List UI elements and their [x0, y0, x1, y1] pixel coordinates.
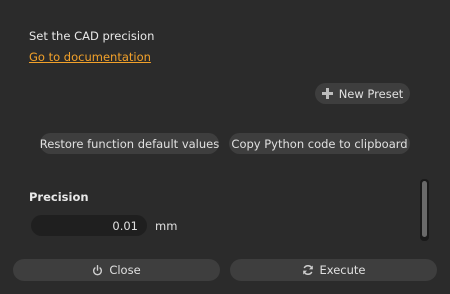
power-icon	[92, 264, 103, 276]
restore-defaults-label: Restore function default values	[39, 136, 220, 151]
restore-defaults-button[interactable]: Restore function default values	[40, 133, 219, 154]
execute-label: Execute	[319, 263, 366, 277]
execute-button[interactable]: Execute	[230, 259, 437, 281]
new-preset-label: New Preset	[338, 86, 404, 101]
close-button[interactable]: Close	[13, 259, 220, 281]
precision-input[interactable]	[31, 215, 147, 236]
documentation-link[interactable]: Go to documentation	[29, 50, 151, 64]
precision-title: Precision	[29, 190, 89, 204]
plus-icon	[321, 88, 333, 99]
copy-python-label: Copy Python code to clipboard	[231, 136, 408, 151]
scrollbar-thumb[interactable]	[422, 181, 427, 237]
new-preset-button[interactable]: New Preset	[315, 83, 410, 104]
precision-unit: mm	[155, 219, 178, 233]
copy-python-button[interactable]: Copy Python code to clipboard	[229, 133, 410, 154]
close-label: Close	[109, 263, 141, 277]
function-description: Set the CAD precision	[29, 29, 155, 43]
refresh-icon	[302, 264, 314, 276]
